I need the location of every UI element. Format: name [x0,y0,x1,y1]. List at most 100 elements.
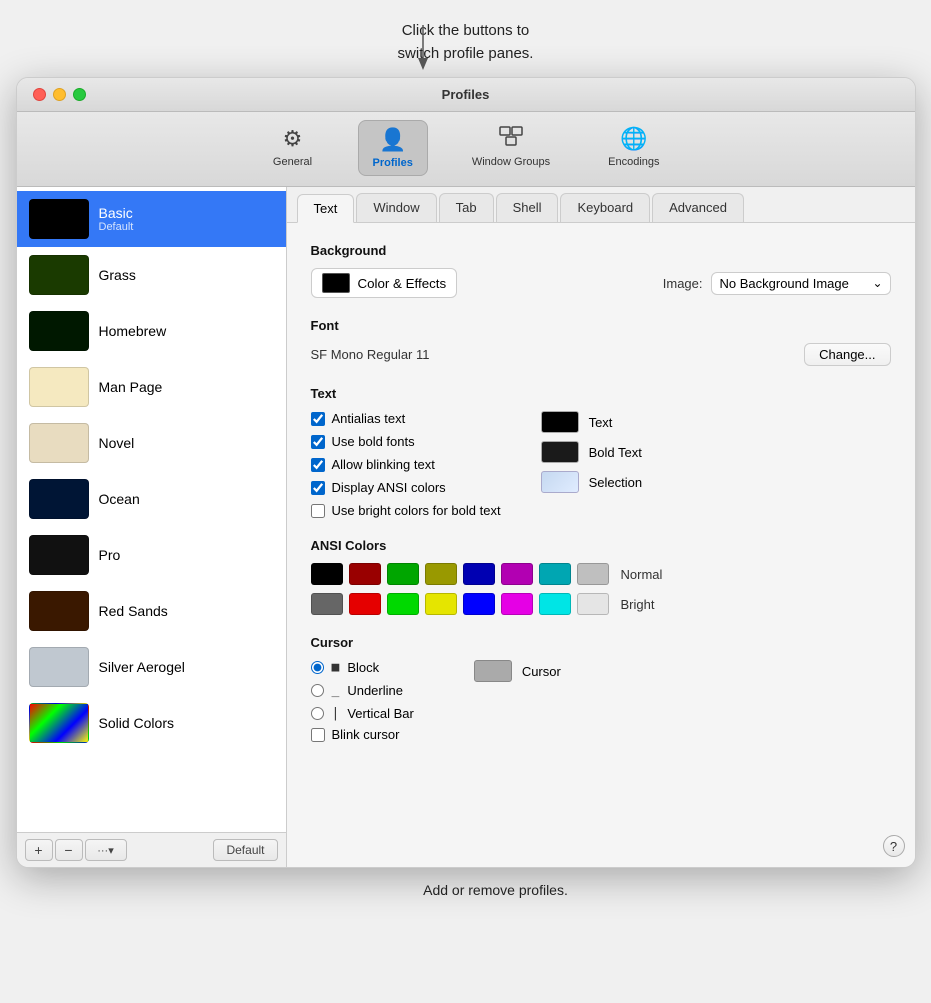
cursor-section: Cursor ■Block_Underline|Vertical Bar Cur… [311,635,891,742]
ansi-normal-swatch-2[interactable] [387,563,419,585]
ansi-bright-swatch-5[interactable] [501,593,533,615]
ansi-normal-swatch-7[interactable] [577,563,609,585]
gear-icon: ⚙ [283,126,303,152]
color-btn-row-text: Text [541,411,642,433]
tab-window[interactable]: Window [356,193,436,222]
profile-subtitle-basic: Default [99,221,134,233]
window-title: Profiles [442,87,490,102]
tab-keyboard[interactable]: Keyboard [560,193,650,222]
toolbar-item-general[interactable]: ⚙ General [258,120,328,176]
checkbox-bold[interactable] [311,435,325,449]
bottom-callout: Add or remove profiles. [363,882,568,898]
cursor-radio-block[interactable] [311,661,324,674]
ansi-bright-swatch-4[interactable] [463,593,495,615]
profile-thumb-solidcolors [29,703,89,743]
ansi-normal-swatch-5[interactable] [501,563,533,585]
ansi-normal-swatch-1[interactable] [349,563,381,585]
toolbar-item-encodings[interactable]: 🌐 Encodings [594,120,673,176]
more-options-button[interactable]: ···▾ [85,839,127,861]
profile-thumb-silveraerogel [29,647,89,687]
tab-shell[interactable]: Shell [496,193,559,222]
image-select[interactable]: No Background Image [711,272,891,295]
cursor-option-vbar: |Vertical Bar [311,706,414,721]
sidebar: BasicDefault Grass Homebrew Man Page NovelOc… [17,187,287,867]
profile-name-silveraerogel: Silver Aerogel [99,659,185,675]
profile-name-redsands: Red Sands [99,603,168,619]
ansi-normal-swatch-3[interactable] [425,563,457,585]
color-box-selection[interactable] [541,471,579,493]
checkbox-bright[interactable] [311,504,325,518]
color-label-selection: Selection [589,475,642,490]
checkbox-blink[interactable] [311,458,325,472]
ansi-bright-swatch-7[interactable] [577,593,609,615]
help-button[interactable]: ? [883,835,905,857]
tab-text[interactable]: Text [297,194,355,223]
tab-tab[interactable]: Tab [439,193,494,222]
sidebar-item-manpage[interactable]: Man Page [17,359,286,415]
sidebar-item-redsands[interactable]: Red Sands [17,583,286,639]
checkbox-antialias[interactable] [311,412,325,426]
color-box-bold-text[interactable] [541,441,579,463]
panel-content: Background Color & Effects Image: No Bac… [287,223,915,867]
minimize-button[interactable] [53,88,66,101]
cursor-symbol-vbar: | [332,706,340,721]
tab-bar: TextWindowTabShellKeyboardAdvanced [287,187,915,223]
sidebar-item-pro[interactable]: Pro [17,527,286,583]
ansi-bright-swatch-2[interactable] [387,593,419,615]
sidebar-item-novel[interactable]: Novel [17,415,286,471]
checkbox-ansi[interactable] [311,481,325,495]
ansi-bright-swatch-1[interactable] [349,593,381,615]
color-effects-button[interactable]: Color & Effects [311,268,458,298]
toolbar-label-general: General [273,156,312,168]
remove-profile-button[interactable]: − [55,839,83,861]
checkbox-row-blink: Allow blinking text [311,457,501,472]
profile-thumb-homebrew [29,311,89,351]
cursor-swatch[interactable] [474,660,512,682]
cursor-radio-underline[interactable] [311,684,324,697]
profile-name-manpage: Man Page [99,379,163,395]
add-profile-button[interactable]: + [25,839,53,861]
maximize-button[interactable] [73,88,86,101]
color-buttons: TextBold TextSelection [541,411,642,518]
toolbar-label-profiles: Profiles [373,157,413,169]
ansi-normal-swatch-0[interactable] [311,563,343,585]
ansi-bright-swatch-6[interactable] [539,593,571,615]
ansi-bright-row: Bright [311,593,891,615]
default-button[interactable]: Default [213,839,277,861]
change-font-button[interactable]: Change... [804,343,890,366]
blink-cursor-checkbox[interactable] [311,728,325,742]
sidebar-item-basic[interactable]: BasicDefault [17,191,286,247]
toolbar-label-encodings: Encodings [608,156,659,168]
sidebar-item-silveraerogel[interactable]: Silver Aerogel [17,639,286,695]
sidebar-item-solidcolors[interactable]: Solid Colors [17,695,286,751]
toolbar-item-window-groups[interactable]: Window Groups [458,120,564,176]
cursor-radio-vbar[interactable] [311,707,324,720]
color-box-text[interactable] [541,411,579,433]
checkbox-label-antialias: Antialias text [332,411,406,426]
tab-advanced[interactable]: Advanced [652,193,744,222]
main-window: Profiles ⚙ General 👤 Profiles Window Gro… [16,77,916,868]
ansi-title: ANSI Colors [311,538,891,553]
toolbar: ⚙ General 👤 Profiles Window Groups 🌐 Enc… [17,112,915,187]
profile-name-grass: Grass [99,267,136,283]
sidebar-item-homebrew[interactable]: Homebrew [17,303,286,359]
sidebar-item-ocean[interactable]: Ocean [17,471,286,527]
cursor-columns: ■Block_Underline|Vertical Bar Cursor [311,660,891,721]
ansi-normal-row: Normal [311,563,891,585]
right-panel: TextWindowTabShellKeyboardAdvanced Backg… [287,187,915,867]
profile-thumb-pro [29,535,89,575]
cursor-option-underline: _Underline [311,683,414,698]
ansi-bright-swatch-3[interactable] [425,593,457,615]
ansi-normal-swatch-6[interactable] [539,563,571,585]
toolbar-item-profiles[interactable]: 👤 Profiles [358,120,428,176]
checkbox-label-blink: Allow blinking text [332,457,435,472]
close-button[interactable] [33,88,46,101]
sidebar-item-grass[interactable]: Grass [17,247,286,303]
font-section: Font SF Mono Regular 11 Change... [311,318,891,366]
profile-thumb-grass [29,255,89,295]
ansi-bright-swatch-0[interactable] [311,593,343,615]
font-row: SF Mono Regular 11 Change... [311,343,891,366]
titlebar: Profiles [17,78,915,112]
ansi-normal-swatch-4[interactable] [463,563,495,585]
font-title: Font [311,318,891,333]
